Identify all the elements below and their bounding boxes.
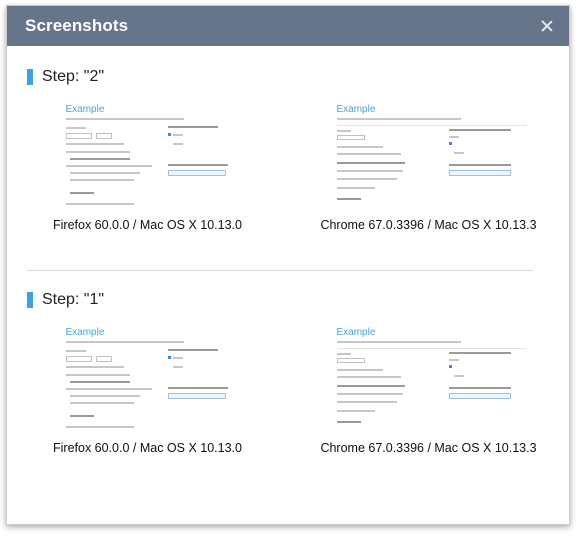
chrome-screenshot-thumbnail[interactable]: Example — [328, 100, 529, 210]
firefox-screenshot-thumbnail[interactable]: Example — [47, 323, 248, 433]
step-header: Step: "2" — [7, 66, 569, 88]
screenshots-dialog: Screenshots Step: "2" Example Firefox 60… — [6, 5, 570, 525]
step-marker — [27, 69, 33, 85]
thumbnail-page-title: Example — [336, 104, 376, 115]
step-label: Step: "1" — [42, 291, 105, 308]
thumbnail-page-title: Example — [65, 104, 105, 115]
step-section: Step: "2" Example Firefox 60.0.0 / Mac O… — [7, 66, 569, 232]
chrome-screenshot-thumbnail[interactable]: Example — [328, 323, 529, 433]
screenshot-caption: Firefox 60.0.0 / Mac OS X 10.13.0 — [53, 218, 242, 232]
screenshot-item[interactable]: Example — [288, 100, 569, 232]
dialog-header: Screenshots — [7, 6, 569, 46]
step-section: Step: "1" Example Firefox 60.0.0 / Mac O… — [7, 289, 569, 455]
dialog-title: Screenshots — [25, 16, 129, 35]
screenshot-row: Example Firefox 60.0.0 / Mac OS X 10.13.… — [7, 323, 569, 455]
screenshot-item[interactable]: Example — [288, 323, 569, 455]
screenshot-row: Example Firefox 60.0.0 / Mac OS X 10.13.… — [7, 100, 569, 232]
screenshot-caption: Firefox 60.0.0 / Mac OS X 10.13.0 — [53, 441, 242, 455]
close-icon[interactable] — [539, 18, 555, 34]
step-label: Step: "2" — [42, 68, 105, 85]
step-marker — [27, 292, 33, 308]
step-header: Step: "1" — [7, 289, 569, 311]
thumbnail-page-title: Example — [336, 327, 376, 338]
screenshot-item[interactable]: Example — [7, 323, 288, 455]
step-divider — [27, 270, 533, 271]
screenshot-caption: Chrome 67.0.3396 / Mac OS X 10.13.3 — [320, 218, 537, 232]
thumbnail-page-title: Example — [65, 327, 105, 338]
screenshot-caption: Chrome 67.0.3396 / Mac OS X 10.13.3 — [320, 441, 537, 455]
firefox-screenshot-thumbnail[interactable]: Example — [47, 100, 248, 210]
screenshot-item[interactable]: Example — [7, 100, 288, 232]
